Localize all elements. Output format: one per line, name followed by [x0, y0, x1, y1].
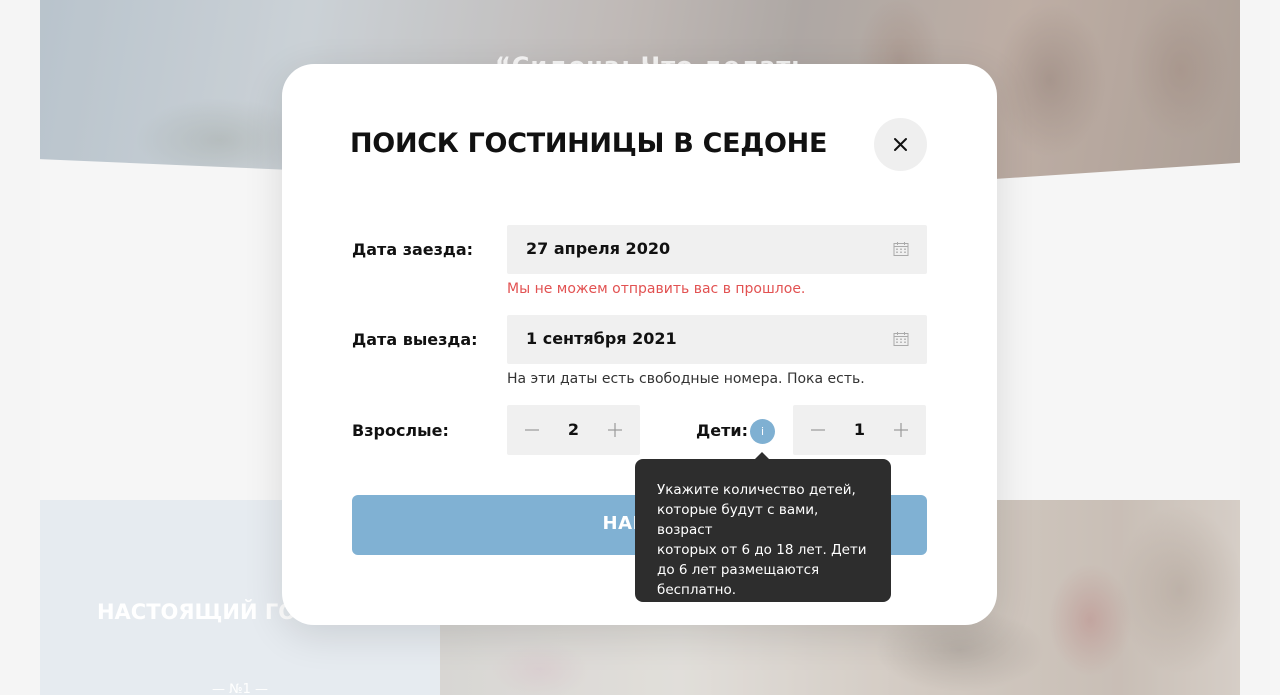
minus-icon: [525, 429, 539, 431]
children-increment-button[interactable]: [876, 405, 926, 455]
tooltip-line: которые будут с вами, возраст: [657, 502, 819, 538]
checkout-label: Дата выезда:: [352, 330, 478, 349]
checkout-availability-message: На эти даты есть свободные номера. Пока …: [507, 371, 865, 387]
checkin-date-field[interactable]: 27 апреля 2020: [507, 225, 927, 274]
adults-label: Взрослые:: [352, 421, 449, 440]
close-icon: [894, 138, 907, 151]
adults-count: 2: [567, 420, 580, 439]
adults-increment-button[interactable]: [590, 405, 640, 455]
adults-stepper: 2: [507, 405, 640, 455]
modal-title: ПОИСК ГОСТИНИЦЫ В СЕДОНЕ: [350, 128, 828, 159]
children-decrement-button[interactable]: [793, 405, 843, 455]
info-icon[interactable]: i: [750, 419, 775, 444]
plus-icon: [894, 423, 908, 437]
checkin-error-message: Мы не можем отправить вас в прошлое.: [507, 281, 806, 297]
children-stepper: 1: [793, 405, 926, 455]
plus-icon: [608, 423, 622, 437]
checkout-date-field[interactable]: 1 сентября 2021: [507, 315, 927, 364]
close-button[interactable]: [874, 118, 927, 171]
calendar-icon[interactable]: [893, 331, 909, 347]
checkin-label: Дата заезда:: [352, 240, 474, 259]
children-count: 1: [853, 420, 866, 439]
checkout-date-value: 1 сентября 2021: [526, 329, 677, 348]
calendar-icon[interactable]: [893, 241, 909, 257]
checkin-date-value: 27 апреля 2020: [526, 239, 671, 258]
tooltip-line: которых от 6 до 18 лет. Дети: [657, 542, 867, 558]
tooltip-line: до 6 лет размещаются: [657, 562, 820, 578]
tooltip-line: бесплатно.: [657, 582, 737, 598]
children-label: Дети:: [696, 421, 748, 440]
children-info-tooltip: Укажите количество детей, которые будут …: [635, 459, 891, 602]
tooltip-line: Укажите количество детей,: [657, 482, 856, 498]
minus-icon: [811, 429, 825, 431]
adults-decrement-button[interactable]: [507, 405, 557, 455]
